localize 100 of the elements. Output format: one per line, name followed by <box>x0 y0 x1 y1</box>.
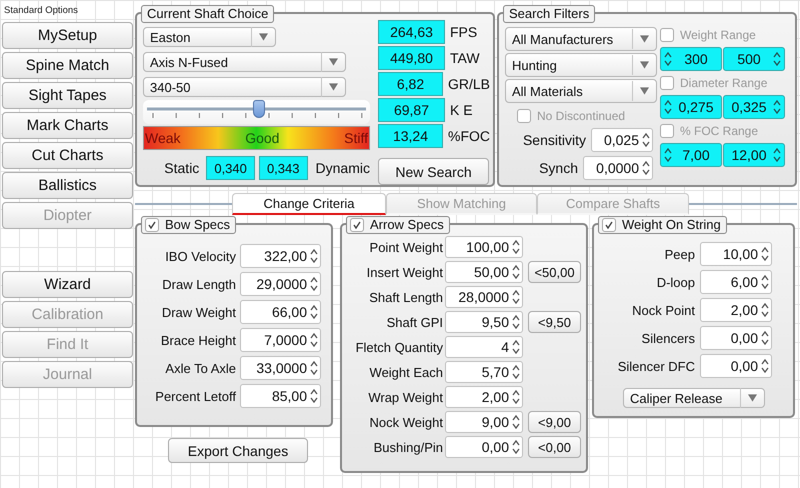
stepper-icon <box>512 389 520 405</box>
number-field[interactable]: 33,0000 <box>240 356 321 380</box>
slider-thumb[interactable] <box>252 100 265 118</box>
number-field[interactable]: 9,00 <box>445 411 523 433</box>
field-label: Brace Height <box>160 332 236 348</box>
number-field[interactable]: 500 <box>723 47 785 71</box>
checkbox-label: No Discontinued <box>537 109 626 123</box>
dropdown[interactable]: All Materials <box>505 79 657 103</box>
dropdown[interactable]: 340-50 <box>143 77 346 97</box>
readout-value: 264,63 <box>378 20 445 44</box>
slider-track[interactable] <box>143 100 370 124</box>
unit-label: FPS <box>450 24 478 40</box>
number-field[interactable]: 0,325 <box>723 95 785 119</box>
field-label: Bushing/Pin <box>372 440 443 454</box>
stepper-icon <box>310 360 318 376</box>
tab[interactable]: Change Criteria <box>232 193 386 215</box>
new-search-button[interactable]: New Search <box>378 158 489 185</box>
field-label: Draw Weight <box>160 304 236 320</box>
number-field[interactable]: 100,00 <box>445 236 523 258</box>
number-field[interactable]: 322,00 <box>240 244 321 268</box>
field-label: Weight Each <box>368 364 443 380</box>
number-field[interactable]: 7,0000 <box>240 328 321 352</box>
sidebar-button[interactable]: Mark Charts <box>2 112 133 139</box>
dynamic-label: Dynamic <box>316 160 370 176</box>
number-field[interactable]: 5,70 <box>445 361 523 383</box>
field-label: Axle To Axle <box>164 360 236 376</box>
limit-button[interactable]: <9,00 <box>528 411 581 433</box>
checkbox[interactable] <box>350 218 364 232</box>
field-label: Wrap Weight <box>367 390 443 404</box>
stepper-icon <box>512 239 520 255</box>
readout-value: 0,343 <box>258 156 308 180</box>
stepper-icon <box>642 132 650 148</box>
number-field[interactable]: 9,50 <box>445 311 523 333</box>
number-field[interactable]: 7,00 <box>660 143 722 167</box>
stepper-icon <box>512 314 520 330</box>
section-title: Standard Options <box>3 5 79 18</box>
export-changes-button[interactable]: Export Changes <box>168 438 308 463</box>
panel-title: Bow Specs <box>165 217 230 233</box>
number-field[interactable]: 6,00 <box>700 270 772 294</box>
number-field[interactable]: 0,00 <box>700 354 772 378</box>
stepper-icon <box>512 264 520 280</box>
stepper-icon <box>512 339 520 355</box>
dropdown[interactable]: Caliper Release <box>623 388 765 408</box>
field-label: Point Weight <box>368 240 443 254</box>
stepper-icon <box>310 388 318 404</box>
checkbox[interactable] <box>517 109 531 123</box>
checkbox[interactable] <box>660 124 674 138</box>
number-field[interactable]: 4 <box>445 336 523 358</box>
scale-label: Stiff <box>344 130 368 146</box>
field-label: Peep <box>664 246 695 262</box>
readout-value: 13,24 <box>378 124 443 148</box>
number-field[interactable]: 2,00 <box>700 298 772 322</box>
number-field[interactable]: 10,00 <box>700 242 772 266</box>
number-field[interactable]: 0,00 <box>445 436 523 458</box>
number-field[interactable]: 0,275 <box>660 95 722 119</box>
number-field[interactable]: 85,00 <box>240 384 321 408</box>
setting-label: Sensitivity <box>522 132 586 148</box>
checkbox-label: Diameter Range <box>680 76 768 90</box>
stepper-icon <box>310 276 318 292</box>
static-label: Static <box>163 160 200 176</box>
number-field[interactable]: 0,0000 <box>583 156 653 180</box>
limit-button[interactable]: <50,00 <box>528 261 581 283</box>
number-field[interactable]: 2,00 <box>445 386 523 408</box>
checkmark-icon <box>352 220 362 230</box>
dropdown[interactable]: Easton <box>143 27 276 47</box>
field-label: IBO Velocity <box>164 248 236 264</box>
checkbox[interactable] <box>602 218 616 232</box>
readout-value: 0,340 <box>206 156 255 180</box>
checkbox-label: Weight Range <box>680 28 756 42</box>
stepper-icon <box>773 147 781 163</box>
number-field[interactable]: 300 <box>660 47 722 71</box>
stepper-icon <box>761 330 769 346</box>
dropdown[interactable]: All Manufacturers <box>505 27 657 51</box>
stepper-icon <box>664 147 672 163</box>
checkbox[interactable] <box>660 28 674 42</box>
number-field[interactable]: 0,025 <box>591 128 653 152</box>
number-field[interactable]: 29,0000 <box>240 272 321 296</box>
limit-button[interactable]: <9,50 <box>528 311 581 333</box>
limit-button[interactable]: <0,00 <box>528 436 581 458</box>
sidebar-button[interactable]: Sight Tapes <box>2 82 133 109</box>
number-field[interactable]: 0,00 <box>700 326 772 350</box>
number-field[interactable]: 28,0000 <box>445 286 523 308</box>
dropdown[interactable]: Hunting <box>505 53 657 77</box>
field-label: D-loop <box>656 274 695 290</box>
number-field[interactable]: 66,00 <box>240 300 321 324</box>
number-field[interactable]: 12,00 <box>723 143 785 167</box>
sidebar-button[interactable]: Ballistics <box>2 172 133 199</box>
dropdown[interactable]: Axis N-Fused <box>143 52 346 72</box>
checkbox[interactable] <box>145 218 159 232</box>
panel-title: Search Filters <box>503 5 596 23</box>
sidebar-button[interactable]: Cut Charts <box>2 142 133 169</box>
number-field[interactable]: 50,00 <box>445 261 523 283</box>
stepper-icon <box>310 332 318 348</box>
sidebar-button[interactable]: MySetup <box>2 22 133 49</box>
sidebar-button[interactable]: Wizard <box>2 271 133 298</box>
stepper-icon <box>310 304 318 320</box>
sidebar-button[interactable]: Spine Match <box>2 52 133 79</box>
field-label: Insert Weight <box>366 264 443 280</box>
field-label: Silencer DFC <box>616 358 695 374</box>
checkbox[interactable] <box>660 76 674 90</box>
